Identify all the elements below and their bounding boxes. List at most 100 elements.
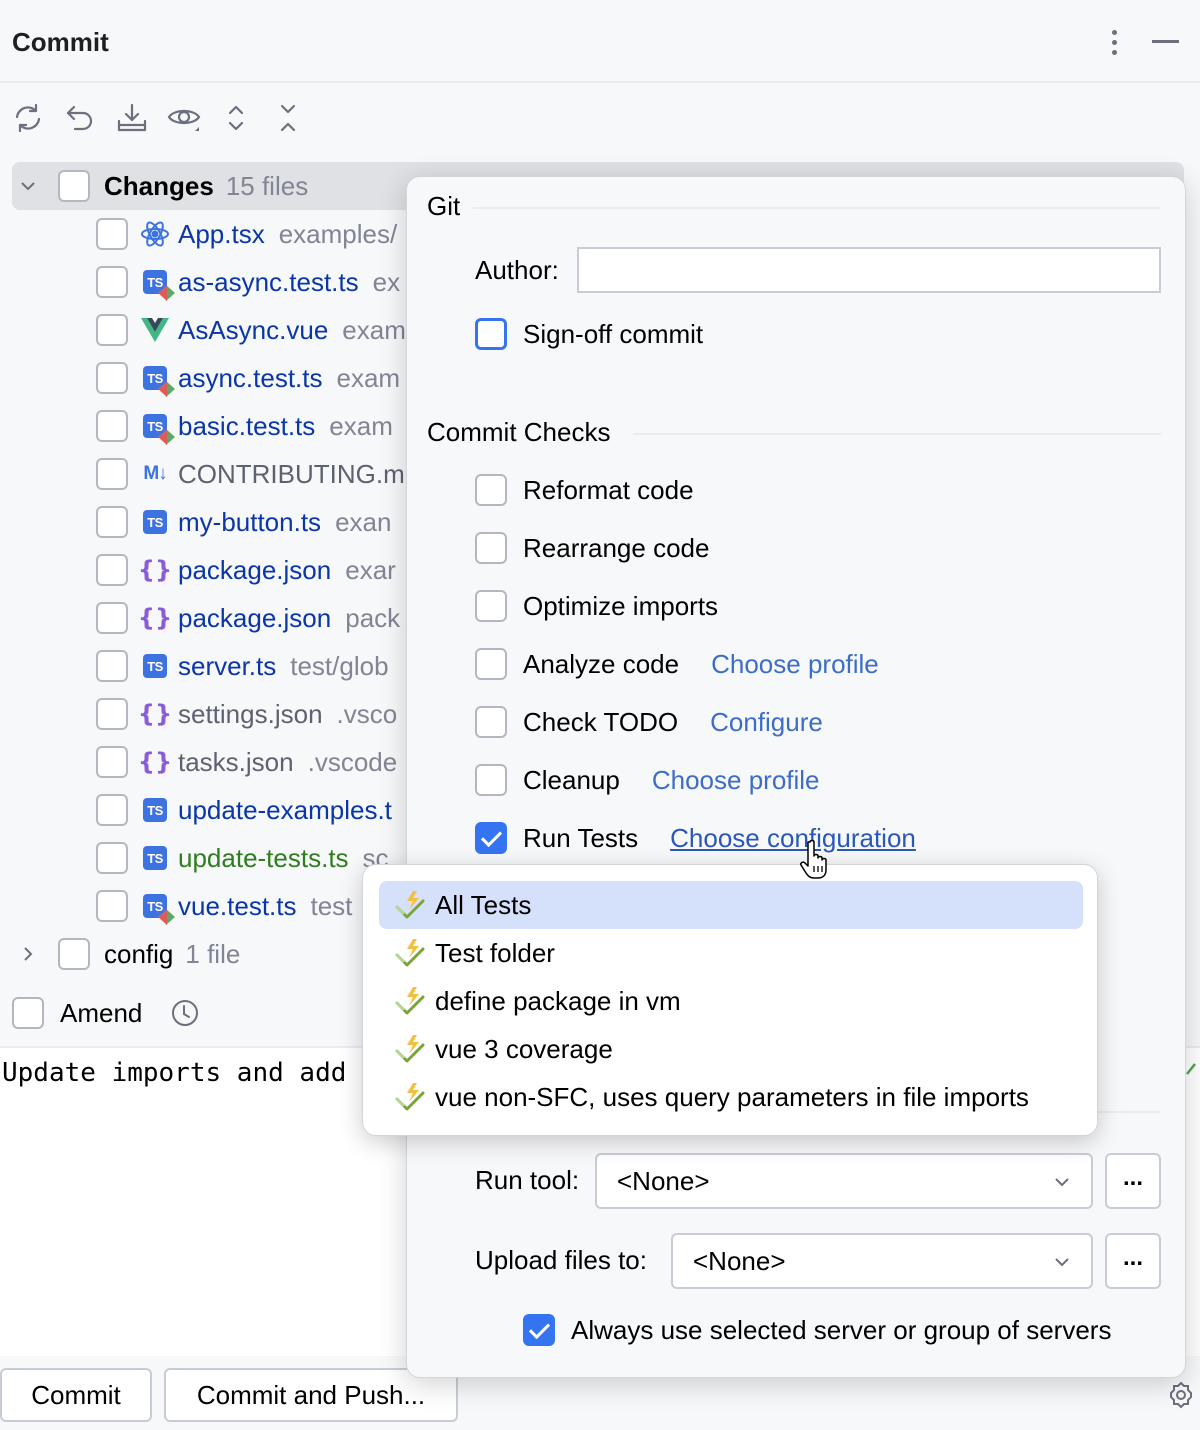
upload-files-combobox[interactable]: <None>: [671, 1233, 1093, 1289]
file-name: tasks.json: [178, 746, 294, 777]
config-group-count: 1 file: [185, 938, 241, 969]
file-checkbox[interactable]: [96, 410, 128, 442]
react-icon: [140, 219, 170, 249]
file-name: my-button.ts: [178, 506, 322, 537]
commit-check-checkbox[interactable]: [475, 706, 507, 738]
commit-check-label: Reformat code: [523, 474, 694, 505]
changes-group-label: Changes: [104, 170, 214, 201]
file-checkbox[interactable]: [96, 842, 128, 874]
file-checkbox[interactable]: [96, 602, 128, 634]
commit-check-checkbox[interactable]: [475, 648, 507, 680]
file-checkbox[interactable]: [96, 890, 128, 922]
config-group-label: config: [104, 938, 174, 969]
markdown-icon: M↓: [143, 463, 167, 484]
always-use-checkbox[interactable]: [523, 1314, 555, 1346]
upload-files-label: Upload files to:: [475, 1245, 647, 1275]
shelve-button[interactable]: [114, 98, 150, 138]
amend-checkbox[interactable]: [12, 997, 44, 1029]
run-tool-value: <None>: [617, 1165, 710, 1196]
file-row[interactable]: {} settings.json .vsco: [96, 690, 397, 738]
test-run-icon: [395, 939, 425, 967]
commit-check-checkbox[interactable]: [475, 764, 507, 796]
file-checkbox[interactable]: [96, 506, 128, 538]
commit-check-checkbox[interactable]: [475, 532, 507, 564]
commit-check-link[interactable]: Configure: [710, 707, 823, 738]
file-checkbox[interactable]: [96, 362, 128, 394]
file-name: package.json: [178, 554, 332, 585]
file-name: async.test.ts: [178, 362, 323, 393]
file-name: server.ts: [178, 650, 277, 681]
file-row[interactable]: {} package.json exar: [96, 546, 396, 594]
check-mark-icon: [1186, 1063, 1196, 1075]
file-row[interactable]: TS basic.test.ts exam: [96, 402, 393, 450]
file-checkbox[interactable]: [96, 266, 128, 298]
commit-check-label: Cleanup: [523, 764, 620, 795]
file-checkbox[interactable]: [96, 554, 128, 586]
test-configuration-item[interactable]: define package in vm: [379, 977, 1083, 1025]
author-label: Author:: [475, 255, 559, 285]
file-path: exar: [345, 554, 396, 585]
view-options-button[interactable]: [166, 98, 202, 138]
file-row[interactable]: TS async.test.ts exam: [96, 354, 400, 402]
test-configuration-item[interactable]: vue 3 coverage: [379, 1025, 1083, 1073]
run-tool-browse-button[interactable]: ...: [1105, 1153, 1161, 1209]
commit-button[interactable]: Commit: [0, 1368, 152, 1422]
signoff-checkbox[interactable]: [475, 318, 507, 350]
file-row[interactable]: TS server.ts test/glob: [96, 642, 389, 690]
file-row[interactable]: TS vue.test.ts test: [96, 882, 352, 930]
file-row[interactable]: {} package.json pack: [96, 594, 400, 642]
upload-files-browse-button[interactable]: ...: [1105, 1233, 1161, 1289]
refresh-button[interactable]: [10, 98, 46, 138]
commit-check-link[interactable]: Choose profile: [652, 765, 820, 796]
author-input[interactable]: [577, 247, 1161, 293]
collapse-all-button[interactable]: [270, 98, 306, 138]
file-row[interactable]: TS as-async.test.ts ex: [96, 258, 400, 306]
file-checkbox[interactable]: [96, 746, 128, 778]
test-configuration-item[interactable]: vue non-SFC, uses query parameters in fi…: [379, 1073, 1083, 1121]
clock-icon[interactable]: [170, 998, 200, 1028]
file-row[interactable]: TS my-button.ts exan: [96, 498, 391, 546]
test-configuration-item[interactable]: All Tests: [379, 881, 1083, 929]
file-row[interactable]: TS update-examples.t: [96, 786, 392, 834]
test-configuration-dropdown: All Tests Test folder define package in vm…: [362, 864, 1098, 1136]
commit-check-link[interactable]: Choose profile: [711, 649, 879, 680]
ts-icon: TS: [140, 843, 170, 873]
commit-check-link[interactable]: Choose configuration: [670, 823, 916, 854]
file-path: exan: [335, 506, 392, 537]
config-group-checkbox[interactable]: [58, 938, 90, 970]
run-tool-combobox[interactable]: <None>: [595, 1153, 1093, 1209]
commit-check-row: Run Tests Choose configuration: [475, 821, 916, 855]
file-path: test/glob: [290, 650, 389, 681]
ts-icon: TS: [140, 651, 170, 681]
minimize-icon[interactable]: [1152, 30, 1182, 50]
commit-check-checkbox[interactable]: [475, 590, 507, 622]
gear-icon[interactable]: [1166, 1380, 1196, 1410]
test-run-icon: [395, 987, 425, 1015]
changes-group-checkbox[interactable]: [58, 170, 90, 202]
file-checkbox[interactable]: [96, 314, 128, 346]
commit-check-checkbox[interactable]: [475, 822, 507, 854]
chevron-right-icon[interactable]: [12, 945, 44, 963]
rollback-button[interactable]: [62, 98, 98, 138]
commit-check-row: Reformat code: [475, 473, 694, 507]
file-row[interactable]: {} tasks.json .vscode: [96, 738, 397, 786]
file-checkbox[interactable]: [96, 650, 128, 682]
file-path: exam: [329, 410, 393, 441]
more-vertical-icon[interactable]: [1104, 28, 1124, 56]
commit-check-checkbox[interactable]: [475, 474, 507, 506]
file-row[interactable]: TS update-tests.ts sc: [96, 834, 389, 882]
test-configuration-item[interactable]: Test folder: [379, 929, 1083, 977]
file-checkbox[interactable]: [96, 794, 128, 826]
file-checkbox[interactable]: [96, 218, 128, 250]
commit-check-row: Cleanup Choose profile: [475, 763, 820, 797]
commit-message-text[interactable]: Update imports and add: [2, 1058, 346, 1088]
file-checkbox[interactable]: [96, 458, 128, 490]
file-name: CONTRIBUTING.m: [178, 458, 405, 489]
expand-all-button[interactable]: [218, 98, 254, 138]
file-checkbox[interactable]: [96, 698, 128, 730]
file-row[interactable]: AsAsync.vue exam: [96, 306, 406, 354]
chevron-down-icon[interactable]: [12, 177, 44, 195]
changes-group-count: 15 files: [225, 170, 309, 201]
file-row[interactable]: App.tsx examples/: [96, 210, 397, 258]
file-row[interactable]: M↓ CONTRIBUTING.m: [96, 450, 405, 498]
